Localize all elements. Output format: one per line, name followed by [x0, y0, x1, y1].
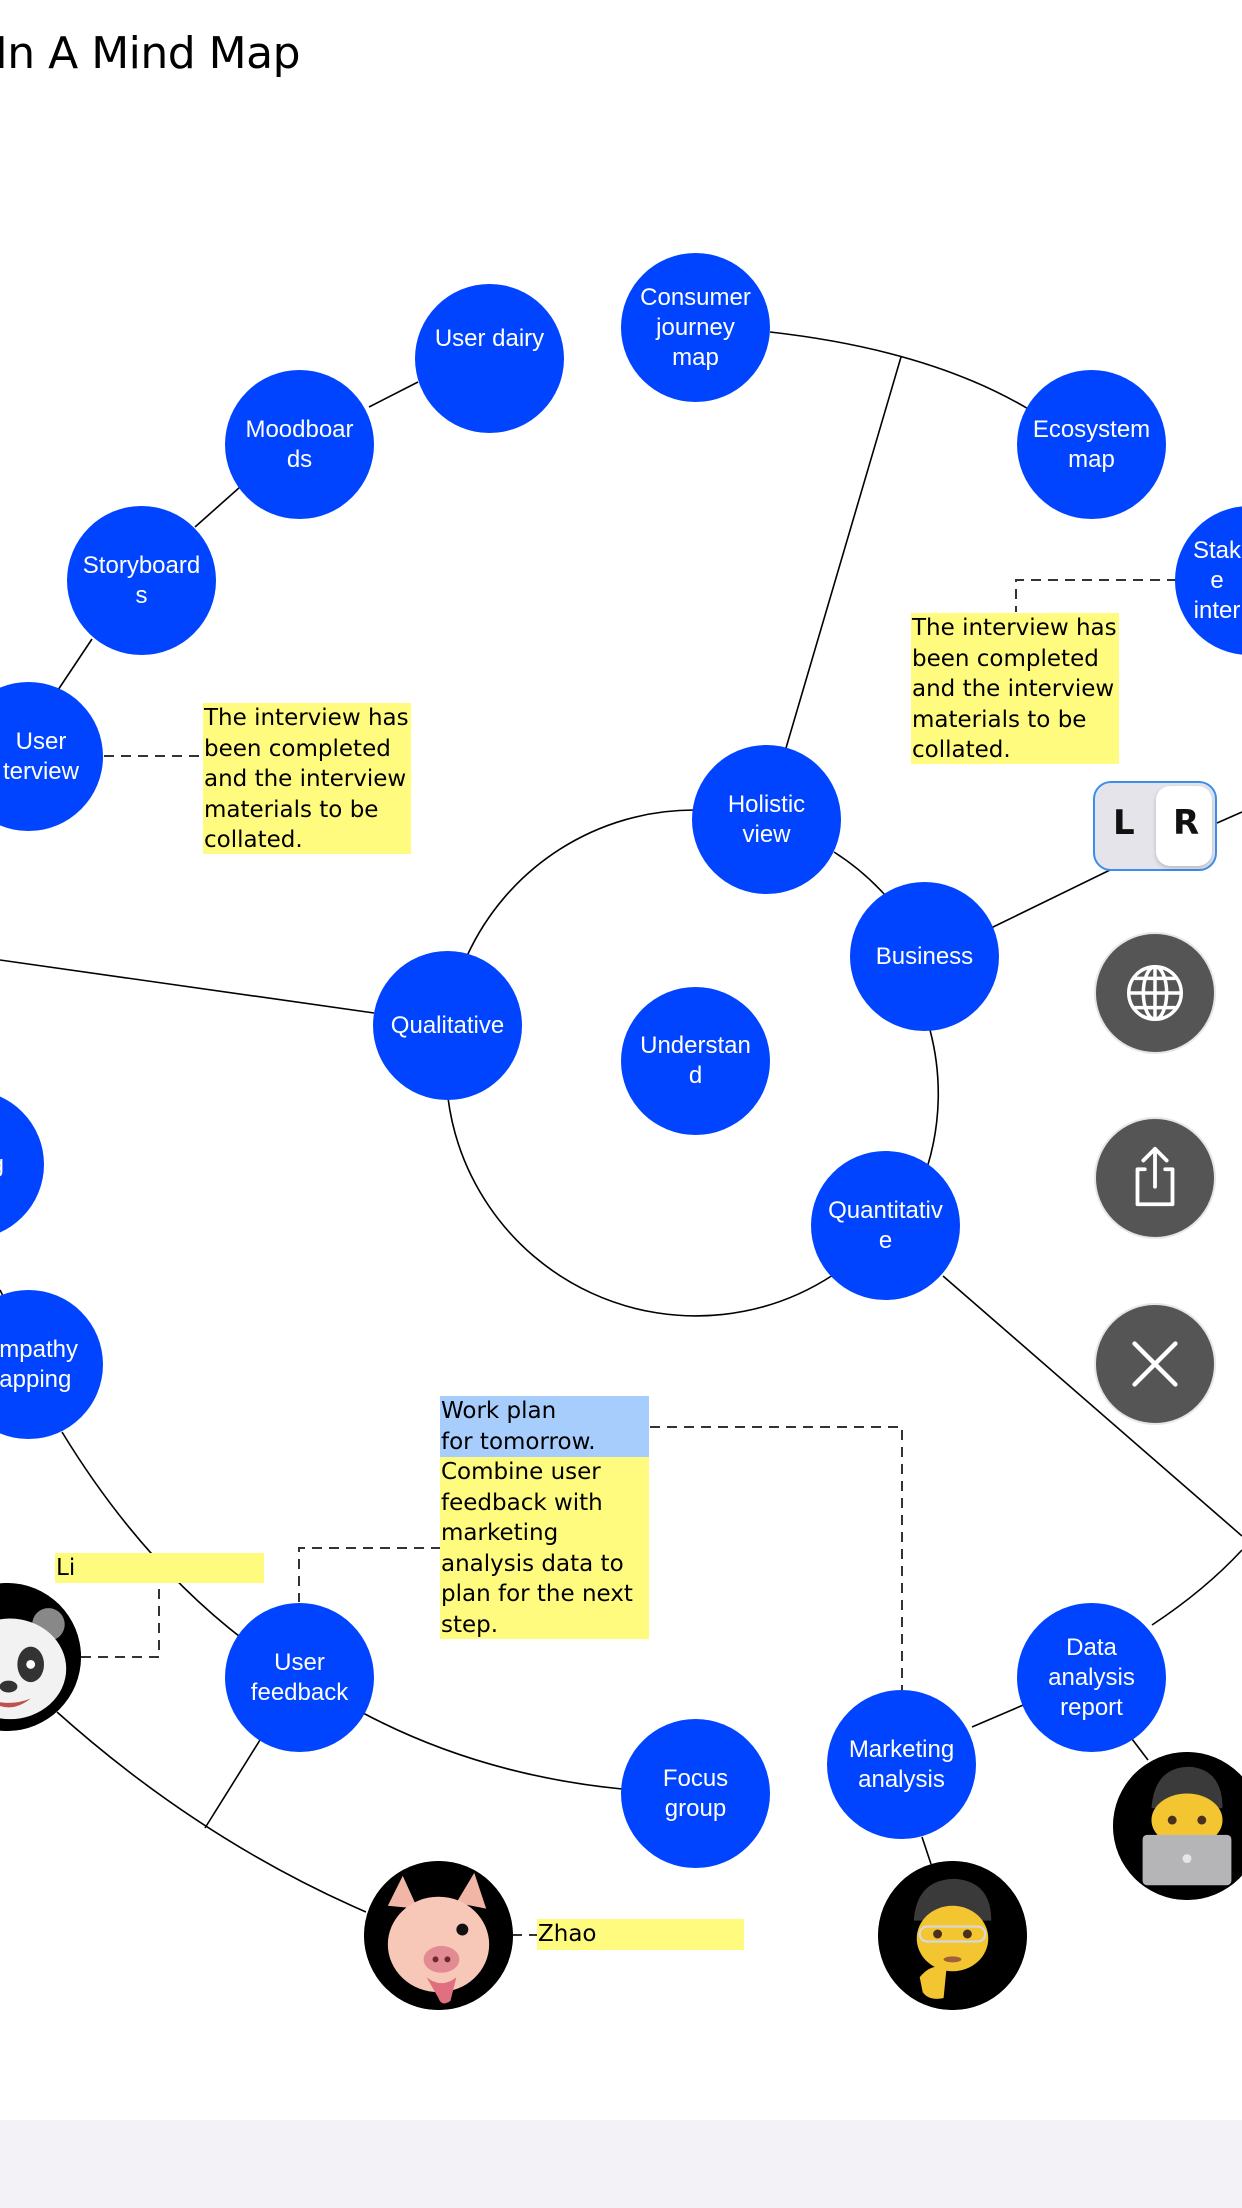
node-label: Understan d	[640, 1032, 751, 1089]
pig-avatar[interactable]	[364, 1861, 513, 2010]
node-holistic-view[interactable]: Holistic view	[692, 745, 841, 894]
node-label: g	[0, 1150, 4, 1180]
connector-qualitative-left	[0, 959, 375, 1014]
note-work-plan-header[interactable]: Work plan for tomorrow.	[440, 1396, 649, 1457]
connector-storyboards-interview	[57, 638, 93, 691]
node-understand[interactable]: Understan d	[621, 987, 770, 1135]
dashed-link-workplan-marketing	[650, 1426, 903, 1690]
connector-datareport-right	[1151, 1549, 1242, 1626]
bottom-bar	[0, 2120, 1242, 2208]
node-label: User dairy	[434, 325, 545, 352]
node-label: Ecosystem map	[1032, 415, 1151, 473]
thinking-person-icon	[878, 1861, 1027, 2010]
connector-marketing-datareport	[971, 1702, 1029, 1728]
node-label: Marketing analysis	[848, 1735, 955, 1793]
node-label: Storyboard s	[82, 551, 201, 609]
note-interview-right[interactable]: The interview has been completed and the…	[911, 613, 1119, 764]
node-quantitative[interactable]: Quantitativ e	[811, 1151, 960, 1300]
note-interview-left[interactable]: The interview has been completed and the…	[203, 703, 411, 854]
globe-icon	[1127, 965, 1183, 1021]
connector-feedback-focus	[362, 1712, 623, 1790]
connector-feedback-junction	[204, 1739, 261, 1829]
node-focus-group[interactable]: Focus group	[621, 1719, 770, 1868]
node-consumer-journey-map[interactable]: Consumer journey map	[621, 253, 770, 402]
connector-marketing-avatar	[921, 1836, 932, 1865]
note-work-plan-body[interactable]: Combine user feedback with marketing ana…	[440, 1457, 649, 1639]
node-label: Holistic view	[727, 790, 806, 848]
node-label: Data analysis report	[1048, 1633, 1135, 1721]
dashed-link-stakeholder-note	[1015, 579, 1177, 612]
node-label: Moodboar ds	[245, 415, 354, 473]
language-button[interactable]	[1094, 932, 1216, 1054]
connector-ring	[833, 851, 886, 896]
close-button[interactable]	[1094, 1303, 1216, 1425]
node-label: Stak e inter	[1193, 536, 1242, 624]
toggle-right-label[interactable]: R	[1173, 803, 1199, 843]
connector-business-right	[990, 869, 1111, 929]
node-business[interactable]: Business	[850, 882, 999, 1031]
node-label: Focus group	[662, 1764, 729, 1822]
node-label: User terview	[2, 727, 79, 785]
connector-consumer-ecosystem	[769, 331, 1031, 411]
pig-icon	[364, 1861, 513, 2010]
node-qualitative[interactable]: Qualitative	[373, 951, 522, 1100]
node-moodboards[interactable]: Moodboar ds	[225, 370, 374, 519]
node-label: Consumer journey map	[640, 283, 751, 371]
node-storyboards[interactable]: Storyboard s	[67, 506, 216, 655]
close-icon	[1132, 1341, 1178, 1387]
share-icon	[1135, 1146, 1175, 1207]
connector-moodboards-storyboards	[194, 486, 241, 528]
node-user-dairy[interactable]: User dairy	[415, 284, 564, 433]
connector-userdairy-moodboards	[368, 381, 419, 408]
thinking-memoji-avatar[interactable]	[878, 1861, 1027, 2010]
connector-empathy-feedback	[61, 1431, 245, 1641]
node-label: mpathy apping	[0, 1335, 78, 1393]
node-data-analysis-report[interactable]: Data analysis report	[1017, 1603, 1166, 1752]
note-li[interactable]: Li	[55, 1553, 264, 1583]
dashed-link-panda-li	[81, 1583, 160, 1658]
left-right-toggle[interactable]: L R	[1093, 781, 1217, 871]
node-label: User feedback	[250, 1648, 349, 1706]
node-label: Qualitative	[390, 1011, 505, 1039]
node-user-feedback[interactable]: User feedback	[225, 1603, 374, 1752]
note-zhao[interactable]: Zhao	[537, 1919, 744, 1950]
share-button[interactable]	[1094, 1117, 1216, 1239]
connector-ring	[466, 809, 696, 957]
connector-holistic-branch	[785, 356, 902, 749]
node-ecosystem-map[interactable]: Ecosystem map	[1017, 370, 1166, 519]
dashed-link-feedback-workplan	[298, 1547, 441, 1602]
connector-toggle-right	[1216, 811, 1242, 824]
node-label: Business	[875, 942, 974, 970]
connector-ring	[926, 1029, 940, 1169]
node-label: Quantitativ e	[828, 1196, 943, 1254]
toggle-left-label[interactable]: L	[1113, 803, 1135, 843]
connector-ring	[447, 1097, 834, 1317]
connector-datareport-avatar	[1131, 1738, 1149, 1761]
node-marketing-analysis[interactable]: Marketing analysis	[827, 1690, 976, 1839]
